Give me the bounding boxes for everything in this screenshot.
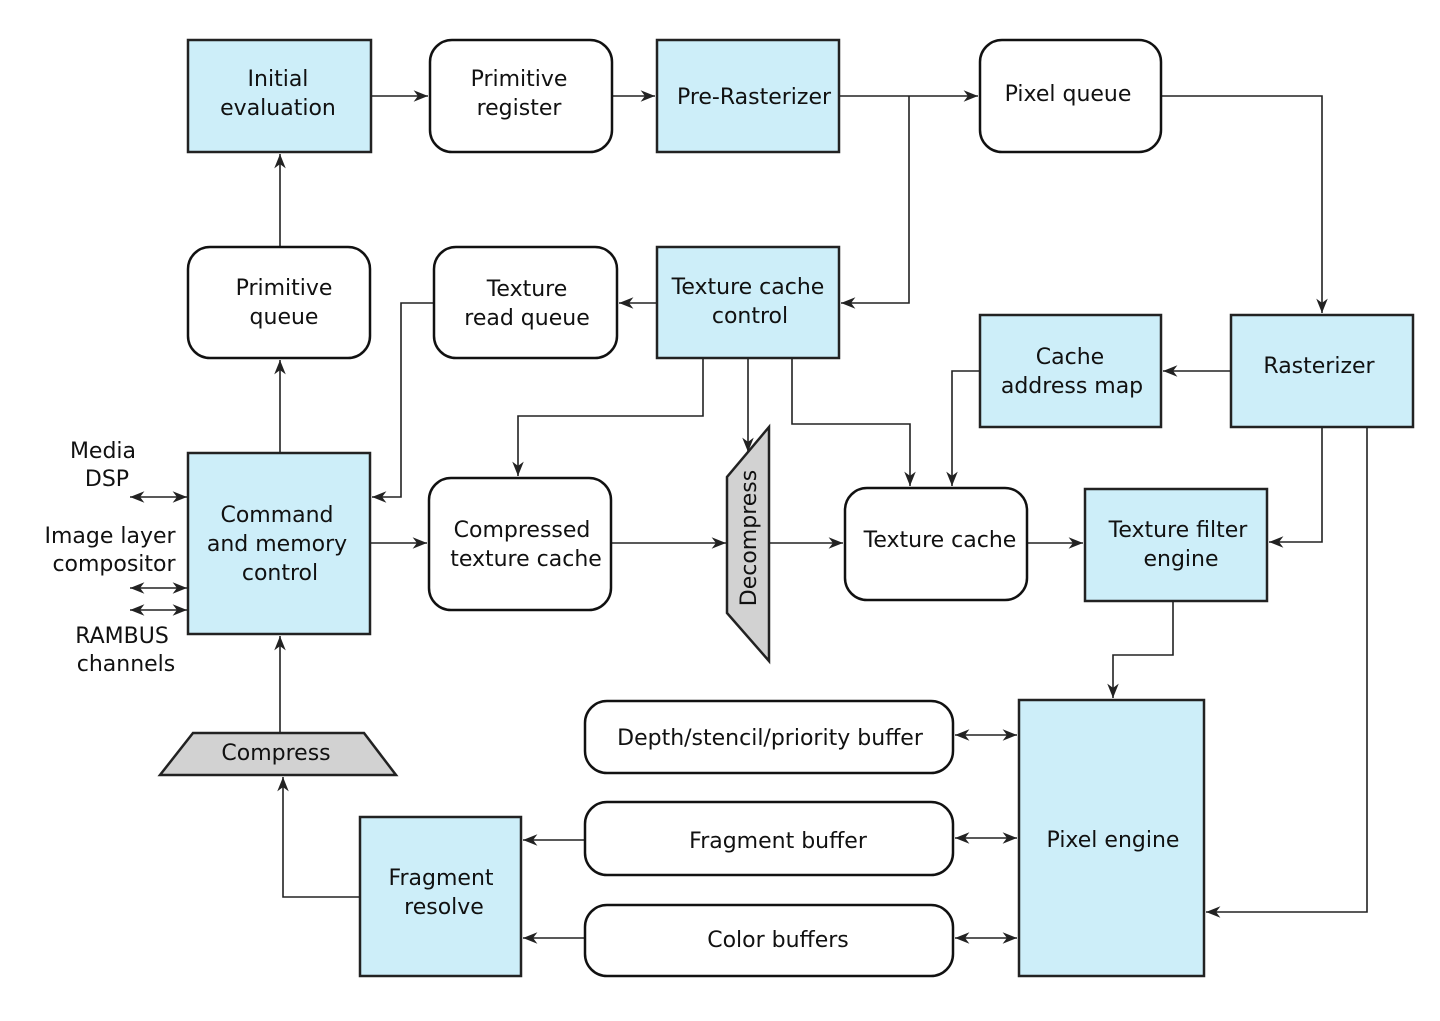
label-rambus-channels: RAMBUS channels [75,624,175,677]
label-media-dsp: Media DSP [70,439,136,492]
block-pixel-queue: Pixel queue [978,38,1163,154]
block-texture-cache-control: Texture cache control [655,245,841,360]
arrow-texctrl-to-texcache [791,358,916,486]
svg-text:Pre-Rasterizer: Pre-Rasterizer [677,85,832,110]
svg-text:Texture cache: Texture cache [863,528,1017,553]
block-compress: Compress [157,731,399,777]
arrow-readqueue-to-command [372,302,434,503]
block-texture-read-queue: Texture read queue [432,245,619,360]
block-pixel-engine: Pixel engine [1017,698,1206,978]
block-primitive-register: Primitive register [428,38,614,154]
block-cache-address-map: Cache address map [978,313,1163,429]
svg-text:Rasterizer: Rasterizer [1263,354,1375,379]
block-fragment-buffer: Fragment buffer [583,800,955,877]
arrow-pixelqueue-to-rasterizer [1161,95,1328,313]
block-color-buffers: Color buffers [583,903,955,978]
arrow-texctrl-to-compressed [512,358,704,476]
arrow-prerast-to-texcachectrl [841,96,910,309]
arrow-rasterizer-to-filter [1269,427,1323,548]
svg-text:Compress: Compress [221,741,330,766]
svg-text:Depth/stencil/priority buffer: Depth/stencil/priority buffer [617,726,924,751]
block-fragment-resolve: Fragment resolve [358,815,523,978]
gpu-pipeline-diagram: Initial evaluation Primitive register Pre-… [44,38,1415,978]
svg-text:Color buffers: Color buffers [707,928,849,953]
block-texture-cache: Texture cache [843,486,1029,602]
block-decompress: Decompress [725,423,771,665]
label-image-layer-compositor: Image layer compositor [44,524,176,577]
arrow-resolve-to-compress [277,777,360,898]
arrow-filter-to-pixelengine [1107,601,1174,698]
block-initial-evaluation: Initial evaluation [186,38,373,154]
block-compressed-texture-cache: Compressed texture cache [427,476,613,612]
svg-text:Decompress: Decompress [737,470,762,606]
svg-text:Pixel engine: Pixel engine [1047,828,1180,853]
block-rasterizer: Rasterizer [1229,313,1415,429]
block-depth-stencil-priority-buffer: Depth/stencil/priority buffer [583,699,955,775]
block-primitive-queue: Primitive queue [186,245,372,360]
svg-text:Pixel queue: Pixel queue [1005,82,1132,107]
block-texture-filter-engine: Texture filter engine [1083,487,1269,603]
block-command-memory-control: Command and memory control [186,451,372,636]
block-pre-rasterizer: Pre-Rasterizer [655,38,841,154]
arrow-cacheaddr-to-texcache [946,370,980,486]
svg-text:Fragment buffer: Fragment buffer [689,829,868,854]
